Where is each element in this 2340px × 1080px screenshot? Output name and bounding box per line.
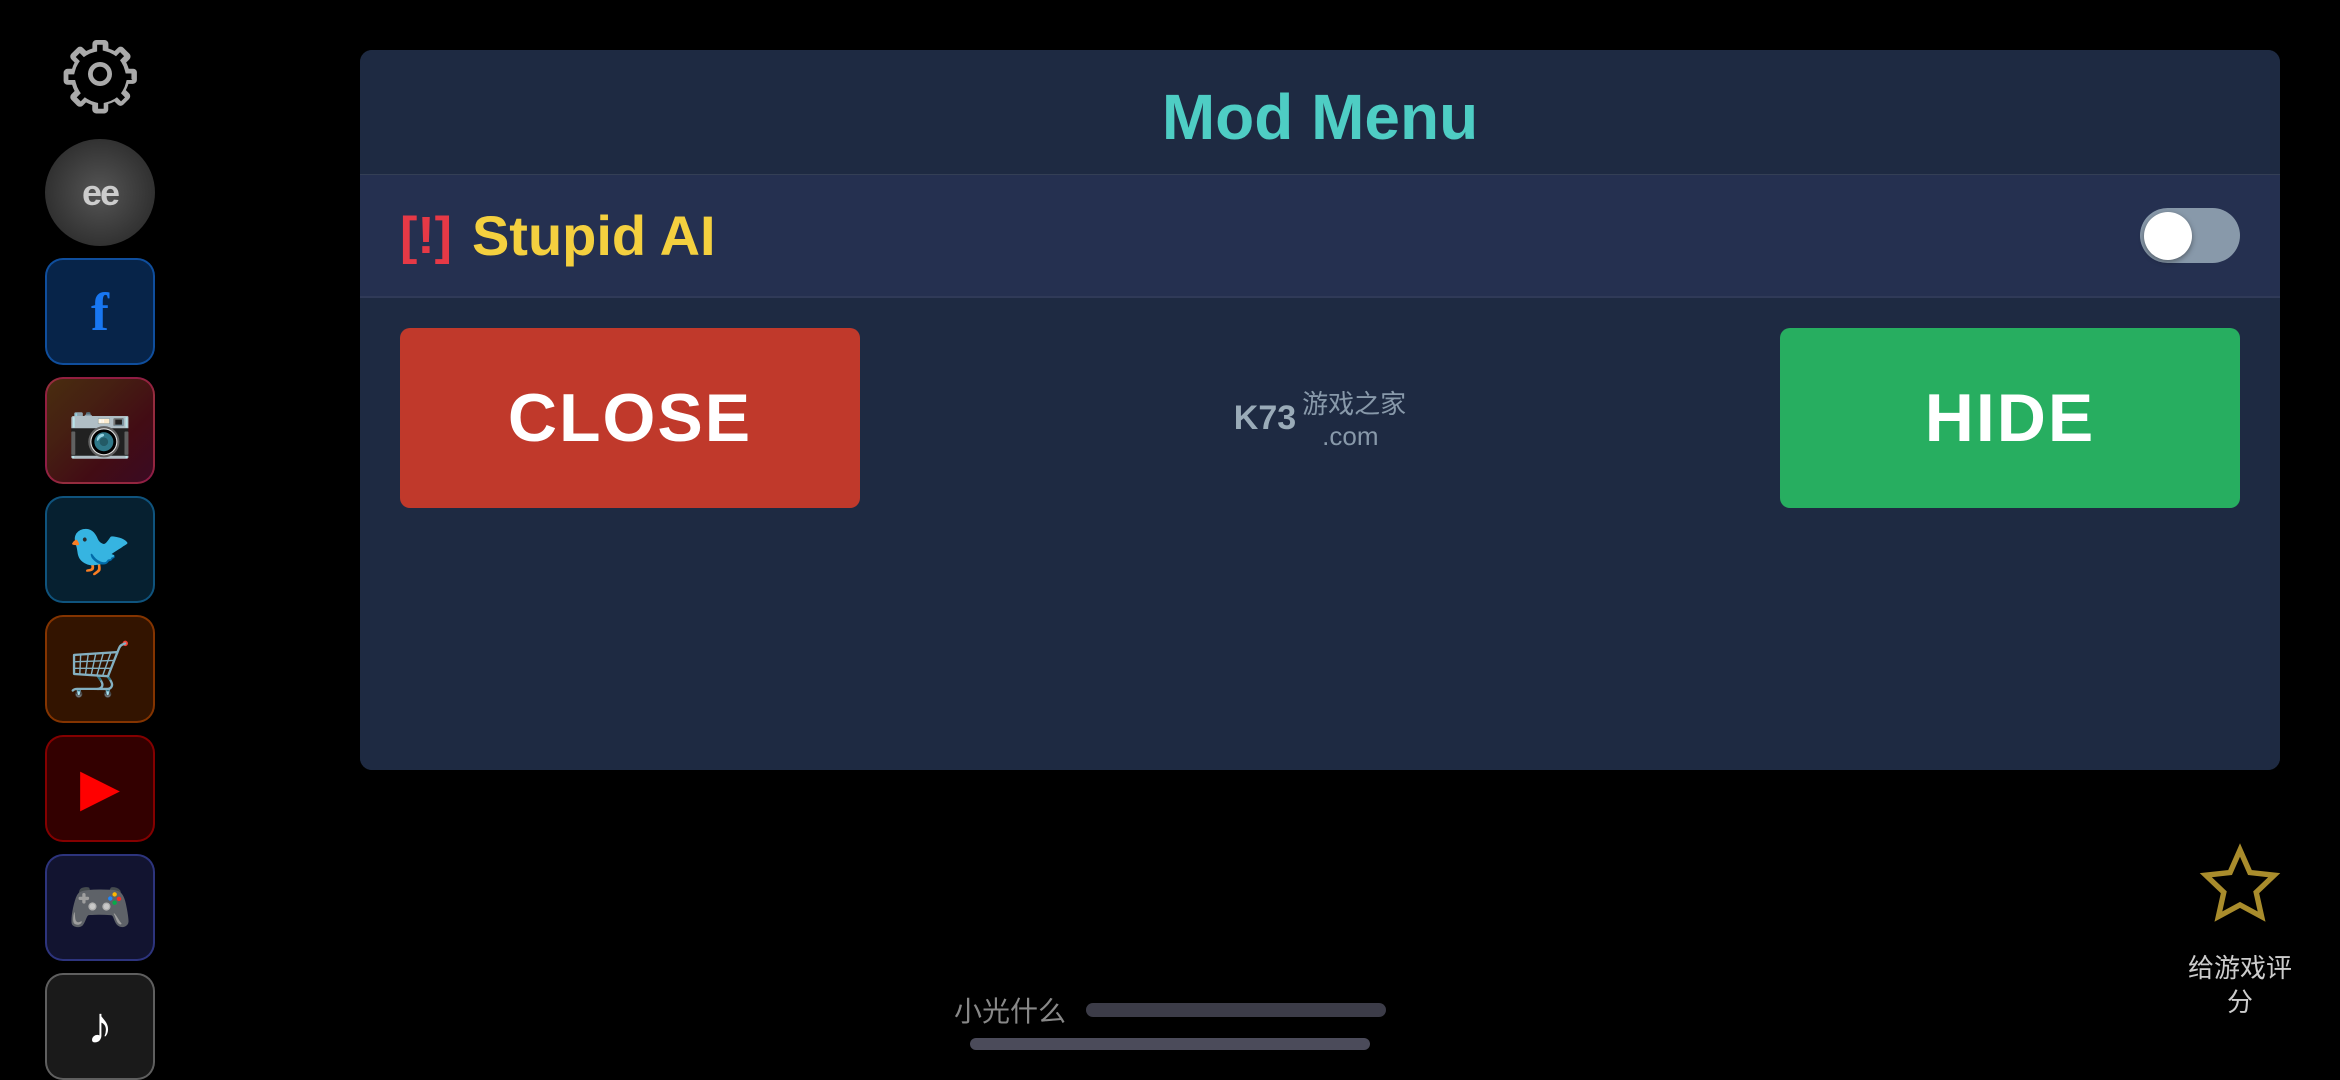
twitter-icon[interactable]: 🐦: [45, 496, 155, 603]
content-area: [360, 538, 2280, 770]
watermark: K73 游戏之家.com: [1214, 364, 1426, 472]
youtube-icon[interactable]: ▶: [45, 735, 155, 842]
mod-menu-body: [!] Stupid AI CLOSE K73 游戏之家.com HIDE: [360, 175, 2280, 770]
progress-bar-hint: [1086, 1003, 1386, 1017]
rate-label: 给游戏评分: [2188, 952, 2292, 1020]
bottom-hint: 小光什么: [954, 990, 1386, 1030]
rate-game-star[interactable]: 给游戏评分: [2188, 841, 2292, 1020]
tiktok-icon[interactable]: ♪: [45, 973, 155, 1080]
sidebar: ee f 📷 🐦 🛒 ▶ 🎮 ♪: [0, 0, 200, 1080]
settings-icon[interactable]: [45, 20, 155, 127]
feature-row-stupid-ai: [!] Stupid AI: [360, 175, 2280, 298]
facebook-icon[interactable]: f: [45, 258, 155, 365]
close-button[interactable]: CLOSE: [400, 328, 860, 508]
instagram-icon[interactable]: 📷: [45, 377, 155, 484]
ee-avatar[interactable]: ee: [45, 139, 155, 246]
right-panel: 给游戏评分: [2140, 0, 2340, 1080]
feature-name-stupid-ai: Stupid AI: [472, 203, 2140, 268]
mod-menu-header: Mod Menu: [360, 50, 2280, 175]
buttons-row: CLOSE K73 游戏之家.com HIDE: [360, 298, 2280, 538]
mod-menu-panel: Mod Menu [!] Stupid AI CLOSE K73 游戏之家.co…: [360, 50, 2280, 770]
mod-menu-title: Mod Menu: [1162, 81, 1478, 153]
discord-icon[interactable]: 🎮: [45, 854, 155, 961]
shop-icon[interactable]: 🛒: [45, 615, 155, 722]
feature-badge: [!]: [400, 206, 452, 266]
bottom-nav-bar: [970, 1038, 1370, 1050]
